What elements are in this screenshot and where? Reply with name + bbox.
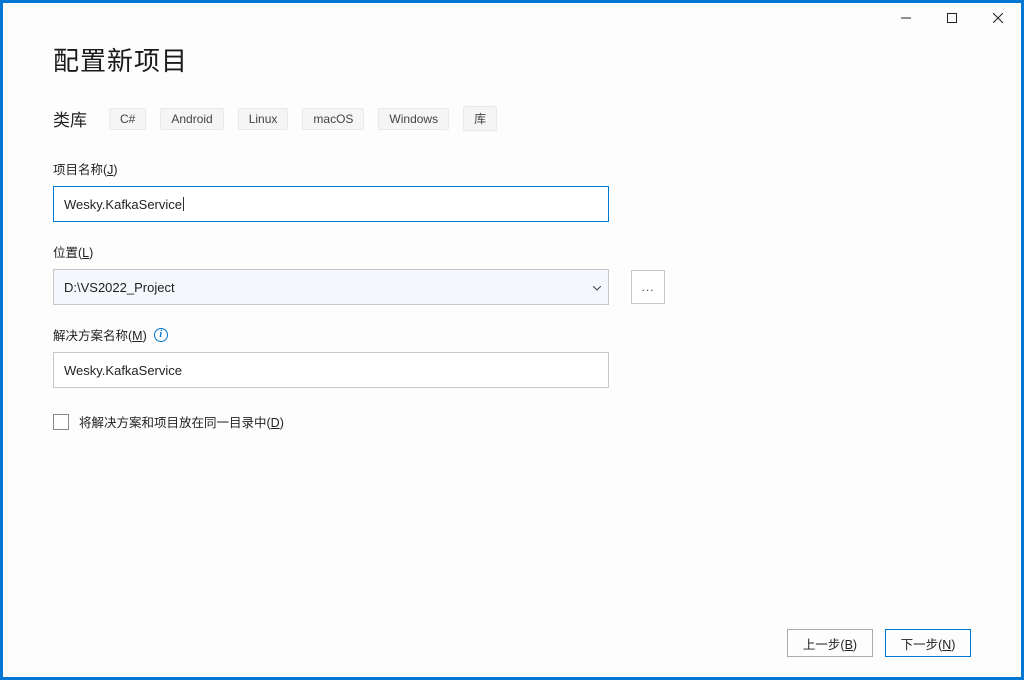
browse-button[interactable]: ...	[631, 270, 665, 304]
filter-pill: 库	[463, 106, 497, 131]
filter-pill: Linux	[238, 108, 289, 130]
project-name-input[interactable]: Wesky.KafkaService	[53, 186, 609, 222]
same-directory-checkbox[interactable]	[53, 414, 69, 430]
titlebar	[3, 3, 1021, 33]
filter-pill: macOS	[302, 108, 364, 130]
minimize-icon	[901, 13, 911, 23]
footer: 上一步(B) 下一步(N)	[787, 629, 971, 657]
project-name-label: 项目名称(J)	[53, 159, 609, 178]
content-area: 配置新项目 类库 C# Android Linux macOS Windows …	[3, 33, 1021, 677]
location-input[interactable]	[53, 269, 609, 305]
close-icon	[993, 13, 1003, 23]
location-group: 位置(L) ...	[53, 242, 971, 305]
solution-name-group: 解决方案名称(M) i	[53, 325, 609, 388]
template-type-label: 类库	[53, 106, 87, 131]
solution-name-input[interactable]	[53, 352, 609, 388]
maximize-button[interactable]	[929, 3, 975, 33]
solution-name-label: 解决方案名称(M)	[53, 325, 147, 344]
info-icon[interactable]: i	[154, 328, 168, 342]
dialog-window: 配置新项目 类库 C# Android Linux macOS Windows …	[3, 3, 1021, 677]
filter-pill: Android	[160, 108, 223, 130]
filter-pill: C#	[109, 108, 146, 130]
text-caret	[183, 197, 184, 211]
minimize-button[interactable]	[883, 3, 929, 33]
window-controls	[883, 3, 1021, 33]
filter-pill: Windows	[378, 108, 449, 130]
close-button[interactable]	[975, 3, 1021, 33]
maximize-icon	[947, 13, 957, 23]
location-combo[interactable]	[53, 269, 609, 305]
location-label: 位置(L)	[53, 242, 971, 261]
same-directory-label: 将解决方案和项目放在同一目录中(D)	[79, 412, 284, 431]
back-button[interactable]: 上一步(B)	[787, 629, 873, 657]
project-name-group: 项目名称(J) Wesky.KafkaService	[53, 159, 609, 222]
next-button[interactable]: 下一步(N)	[885, 629, 971, 657]
page-title: 配置新项目	[53, 41, 971, 78]
filters-row: 类库 C# Android Linux macOS Windows 库	[53, 106, 971, 131]
same-directory-row: 将解决方案和项目放在同一目录中(D)	[53, 412, 971, 431]
